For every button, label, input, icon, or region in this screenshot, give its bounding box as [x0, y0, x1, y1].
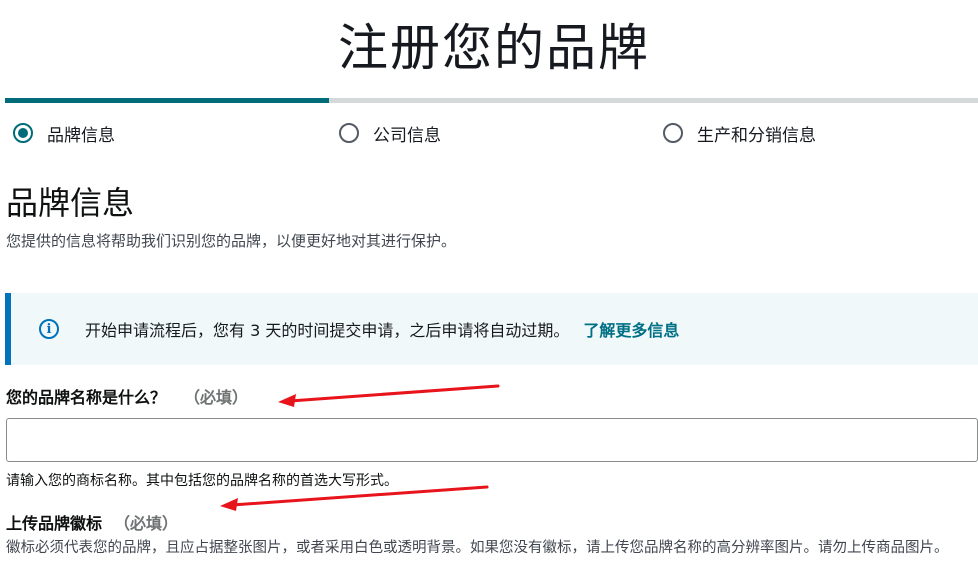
progress-fill — [5, 98, 329, 103]
annotation-arrow — [220, 485, 489, 511]
step-label: 公司信息 — [373, 125, 441, 146]
brand-name-label: 您的品牌名称是什么？ （必填） — [6, 384, 248, 408]
brand-logo-label-text: 上传品牌徽标 — [6, 514, 103, 533]
step-company-info[interactable]: 公司信息 — [339, 120, 441, 146]
info-icon: i — [39, 319, 59, 339]
section-title: 品牌信息 — [6, 184, 135, 222]
step-label: 生产和分销信息 — [697, 125, 816, 146]
radio-empty-icon[interactable] — [339, 123, 359, 143]
section-description: 您提供的信息将帮助我们识别您的品牌，以便更好地对其进行保护。 — [6, 232, 457, 250]
brand-logo-label: 上传品牌徽标 （必填） — [6, 510, 178, 534]
brand-name-label-text: 您的品牌名称是什么？ — [6, 388, 167, 407]
brand-logo-description: 徽标必须代表您的品牌，且应占据整张图片，或者采用白色或透明背景。如果您没有徽标，… — [6, 540, 949, 556]
step-production-distribution[interactable]: 生产和分销信息 — [663, 120, 816, 146]
brand-name-hint: 请输入您的商标名称。其中包括您的品牌名称的首选大写形式。 — [6, 473, 398, 489]
annotation-arrow — [278, 384, 500, 407]
learn-more-link[interactable]: 了解更多信息 — [583, 317, 679, 341]
step-label: 品牌信息 — [47, 125, 115, 146]
annotation-arrows — [220, 384, 500, 511]
radio-empty-icon[interactable] — [663, 123, 683, 143]
required-tag: （必填） — [114, 514, 179, 533]
progress-track — [5, 98, 978, 103]
info-text: 开始申请流程后，您有 3 天的时间提交申请，之后申请将自动过期。 — [85, 321, 570, 340]
step-brand-info[interactable]: 品牌信息 — [13, 120, 115, 146]
brand-name-input[interactable] — [6, 418, 978, 462]
info-alert: i 开始申请流程后，您有 3 天的时间提交申请，之后申请将自动过期。 了解更多信… — [5, 293, 978, 365]
required-tag: （必填） — [184, 388, 249, 407]
page-title: 注册您的品牌 — [338, 19, 650, 77]
radio-selected-icon[interactable] — [13, 123, 33, 143]
